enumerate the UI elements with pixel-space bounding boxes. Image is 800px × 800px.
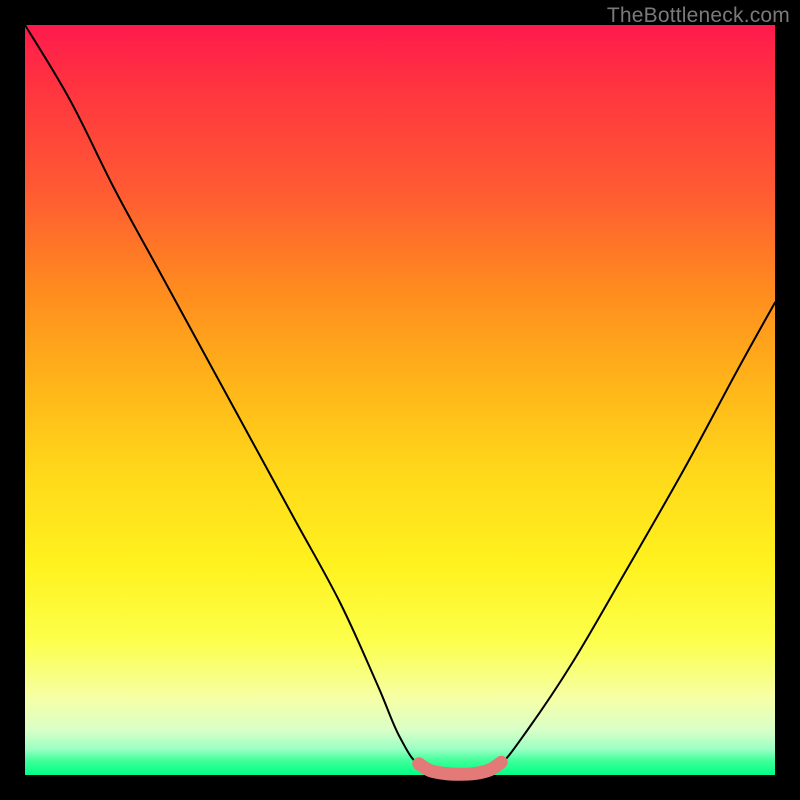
chart-frame: TheBottleneck.com (0, 0, 800, 800)
chart-svg (25, 25, 775, 775)
bottleneck-curve-path (25, 25, 775, 776)
plot-area (25, 25, 775, 775)
flat-zone-highlight-path (419, 762, 502, 774)
